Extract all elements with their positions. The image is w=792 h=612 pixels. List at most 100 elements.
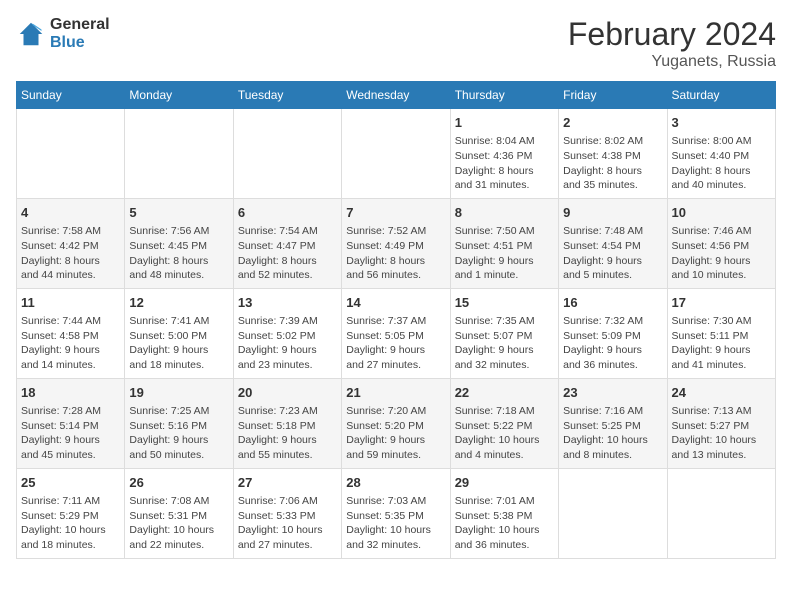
day-number: 6 (238, 204, 337, 222)
day-number: 18 (21, 384, 120, 402)
calendar-cell: 19 Sunrise: 7:25 AM Sunset: 5:16 PM Dayli… (125, 378, 233, 468)
day-info: Sunrise: 7:46 AM Sunset: 4:56 PM Dayligh… (672, 224, 771, 283)
calendar-cell: 15 Sunrise: 7:35 AM Sunset: 5:07 PM Dayli… (450, 288, 558, 378)
calendar-cell: 13Sunrise: 7:39 AM Sunset: 5:02 PM Dayli… (233, 288, 341, 378)
weekday-header: Wednesday (342, 82, 450, 109)
day-number: 24 (672, 384, 771, 402)
weekday-header: Tuesday (233, 82, 341, 109)
day-number: 3 (672, 114, 771, 132)
day-info: Sunrise: 7:32 AM Sunset: 5:09 PM Dayligh… (563, 314, 662, 373)
weekday-header: Sunday (17, 82, 125, 109)
calendar-cell: 29 Sunrise: 7:01 AM Sunset: 5:38 PM Dayli… (450, 468, 558, 558)
calendar-cell: 12 Sunrise: 7:41 AM Sunset: 5:00 PM Dayli… (125, 288, 233, 378)
day-number: 29 (455, 474, 554, 492)
day-number: 1 (455, 114, 554, 132)
day-number: 21 (346, 384, 445, 402)
calendar-header: SundayMondayTuesdayWednesdayThursdayFrid… (17, 82, 776, 109)
day-info: Sunrise: 7:56 AM Sunset: 4:45 PM Dayligh… (129, 224, 228, 283)
calendar-cell (17, 109, 125, 199)
day-info: Sunrise: 8:00 AM Sunset: 4:40 PM Dayligh… (672, 134, 771, 193)
day-info: Sunrise: 7:25 AM Sunset: 5:16 PM Dayligh… (129, 404, 228, 463)
day-info: Sunrise: 7:39 AM Sunset: 5:02 PM Dayligh… (238, 314, 337, 373)
subtitle: Yuganets, Russia (568, 53, 776, 71)
day-info: Sunrise: 7:20 AM Sunset: 5:20 PM Dayligh… (346, 404, 445, 463)
day-info: Sunrise: 7:03 AM Sunset: 5:35 PM Dayligh… (346, 494, 445, 553)
day-info: Sunrise: 7:50 AM Sunset: 4:51 PM Dayligh… (455, 224, 554, 283)
weekday-header: Thursday (450, 82, 558, 109)
day-info: Sunrise: 7:06 AM Sunset: 5:33 PM Dayligh… (238, 494, 337, 553)
calendar-cell: 21 Sunrise: 7:20 AM Sunset: 5:20 PM Dayli… (342, 378, 450, 468)
calendar-week-row: 1 Sunrise: 8:04 AM Sunset: 4:36 PM Daylig… (17, 109, 776, 199)
day-number: 7 (346, 204, 445, 222)
day-number: 25 (21, 474, 120, 492)
day-info: Sunrise: 7:01 AM Sunset: 5:38 PM Dayligh… (455, 494, 554, 553)
calendar-week-row: 4 Sunrise: 7:58 AM Sunset: 4:42 PM Daylig… (17, 198, 776, 288)
logo-icon (16, 19, 46, 49)
day-info: Sunrise: 8:02 AM Sunset: 4:38 PM Dayligh… (563, 134, 662, 193)
weekday-header: Saturday (667, 82, 775, 109)
day-number: 8 (455, 204, 554, 222)
day-number: 16 (563, 294, 662, 312)
main-title: February 2024 (568, 16, 776, 53)
day-info: Sunrise: 7:16 AM Sunset: 5:25 PM Dayligh… (563, 404, 662, 463)
day-number: 19 (129, 384, 228, 402)
page-header: General Blue February 2024 Yuganets, Rus… (16, 16, 776, 71)
calendar-cell: 6 Sunrise: 7:54 AM Sunset: 4:47 PM Daylig… (233, 198, 341, 288)
day-number: 17 (672, 294, 771, 312)
calendar-cell: 4 Sunrise: 7:58 AM Sunset: 4:42 PM Daylig… (17, 198, 125, 288)
calendar-cell: 27Sunrise: 7:06 AM Sunset: 5:33 PM Dayli… (233, 468, 341, 558)
logo-general-text: General (50, 16, 110, 34)
calendar-cell: 14 Sunrise: 7:37 AM Sunset: 5:05 PM Dayli… (342, 288, 450, 378)
calendar-cell: 24 Sunrise: 7:13 AM Sunset: 5:27 PM Dayli… (667, 378, 775, 468)
day-info: Sunrise: 7:30 AM Sunset: 5:11 PM Dayligh… (672, 314, 771, 373)
day-number: 26 (129, 474, 228, 492)
calendar-cell (233, 109, 341, 199)
day-number: 4 (21, 204, 120, 222)
day-number: 20 (238, 384, 337, 402)
calendar-cell: 28 Sunrise: 7:03 AM Sunset: 5:35 PM Dayli… (342, 468, 450, 558)
calendar-cell: 10 Sunrise: 7:46 AM Sunset: 4:56 PM Dayli… (667, 198, 775, 288)
day-info: Sunrise: 8:04 AM Sunset: 4:36 PM Dayligh… (455, 134, 554, 193)
calendar-cell: 9Sunrise: 7:48 AM Sunset: 4:54 PM Daylig… (559, 198, 667, 288)
day-number: 10 (672, 204, 771, 222)
day-info: Sunrise: 7:44 AM Sunset: 4:58 PM Dayligh… (21, 314, 120, 373)
calendar-cell: 3 Sunrise: 8:00 AM Sunset: 4:40 PM Daylig… (667, 109, 775, 199)
day-number: 5 (129, 204, 228, 222)
calendar-week-row: 25Sunrise: 7:11 AM Sunset: 5:29 PM Dayli… (17, 468, 776, 558)
title-block: February 2024 Yuganets, Russia (568, 16, 776, 71)
day-info: Sunrise: 7:13 AM Sunset: 5:27 PM Dayligh… (672, 404, 771, 463)
day-number: 12 (129, 294, 228, 312)
calendar-week-row: 11 Sunrise: 7:44 AM Sunset: 4:58 PM Dayli… (17, 288, 776, 378)
logo-text: General Blue (50, 16, 110, 51)
calendar-cell: 5 Sunrise: 7:56 AM Sunset: 4:45 PM Daylig… (125, 198, 233, 288)
day-info: Sunrise: 7:41 AM Sunset: 5:00 PM Dayligh… (129, 314, 228, 373)
calendar-cell: 16 Sunrise: 7:32 AM Sunset: 5:09 PM Dayli… (559, 288, 667, 378)
calendar-table: SundayMondayTuesdayWednesdayThursdayFrid… (16, 81, 776, 559)
day-info: Sunrise: 7:37 AM Sunset: 5:05 PM Dayligh… (346, 314, 445, 373)
calendar-cell: 25Sunrise: 7:11 AM Sunset: 5:29 PM Dayli… (17, 468, 125, 558)
day-number: 14 (346, 294, 445, 312)
day-info: Sunrise: 7:58 AM Sunset: 4:42 PM Dayligh… (21, 224, 120, 283)
day-info: Sunrise: 7:35 AM Sunset: 5:07 PM Dayligh… (455, 314, 554, 373)
calendar-cell: 1 Sunrise: 8:04 AM Sunset: 4:36 PM Daylig… (450, 109, 558, 199)
day-number: 11 (21, 294, 120, 312)
calendar-cell: 20Sunrise: 7:23 AM Sunset: 5:18 PM Dayli… (233, 378, 341, 468)
day-info: Sunrise: 7:18 AM Sunset: 5:22 PM Dayligh… (455, 404, 554, 463)
weekday-header: Monday (125, 82, 233, 109)
calendar-cell: 23Sunrise: 7:16 AM Sunset: 5:25 PM Dayli… (559, 378, 667, 468)
calendar-cell (559, 468, 667, 558)
calendar-cell: 2Sunrise: 8:02 AM Sunset: 4:38 PM Daylig… (559, 109, 667, 199)
logo-blue-text: Blue (50, 34, 110, 52)
calendar-week-row: 18Sunrise: 7:28 AM Sunset: 5:14 PM Dayli… (17, 378, 776, 468)
calendar-cell: 8 Sunrise: 7:50 AM Sunset: 4:51 PM Daylig… (450, 198, 558, 288)
calendar-cell: 11 Sunrise: 7:44 AM Sunset: 4:58 PM Dayli… (17, 288, 125, 378)
day-number: 28 (346, 474, 445, 492)
weekday-row: SundayMondayTuesdayWednesdayThursdayFrid… (17, 82, 776, 109)
calendar-cell: 18Sunrise: 7:28 AM Sunset: 5:14 PM Dayli… (17, 378, 125, 468)
day-number: 15 (455, 294, 554, 312)
day-info: Sunrise: 7:08 AM Sunset: 5:31 PM Dayligh… (129, 494, 228, 553)
calendar-cell (342, 109, 450, 199)
weekday-header: Friday (559, 82, 667, 109)
day-info: Sunrise: 7:54 AM Sunset: 4:47 PM Dayligh… (238, 224, 337, 283)
day-info: Sunrise: 7:48 AM Sunset: 4:54 PM Dayligh… (563, 224, 662, 283)
